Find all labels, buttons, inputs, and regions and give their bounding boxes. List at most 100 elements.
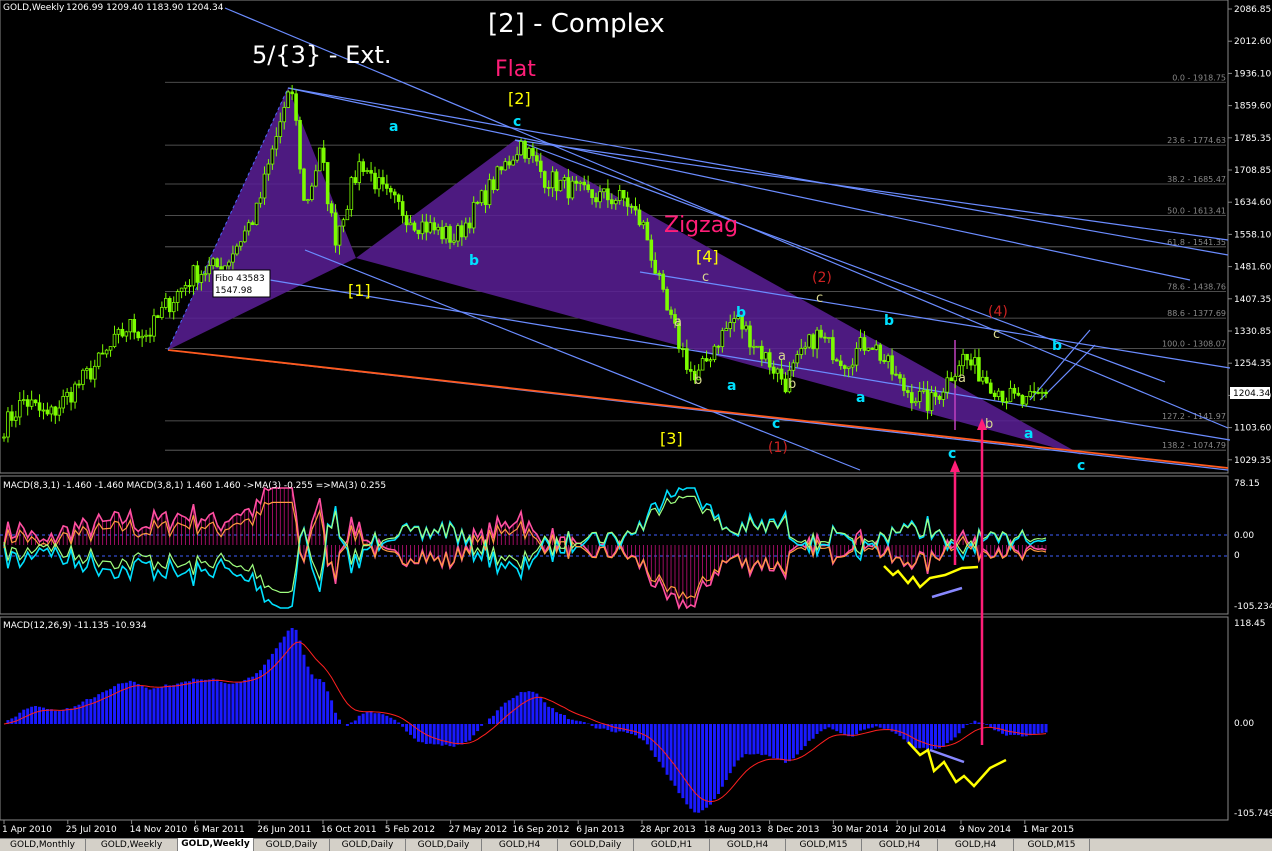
candle-body xyxy=(373,172,377,190)
candle-body xyxy=(531,148,535,157)
candle-body xyxy=(546,186,551,189)
candle-body xyxy=(112,333,117,347)
chart-tab[interactable]: GOLD,H4 xyxy=(938,839,1014,851)
candle-body xyxy=(10,411,14,421)
label-wave-r4: (4) xyxy=(988,304,1008,320)
candle-body xyxy=(321,147,326,163)
date-tick-label: 27 May 2012 xyxy=(449,825,508,835)
candle-body xyxy=(258,197,263,204)
candle-body xyxy=(1028,391,1033,397)
candle-body xyxy=(835,359,839,362)
candle-body xyxy=(349,177,354,210)
candle-body xyxy=(590,189,594,198)
candle-body xyxy=(164,298,168,308)
candle-body xyxy=(902,377,906,391)
chart-tab[interactable]: GOLD,H1 xyxy=(634,839,710,851)
date-tick-label: 18 Aug 2013 xyxy=(704,825,762,835)
candle-body xyxy=(1036,392,1040,394)
candle-body xyxy=(467,222,472,229)
candle-body xyxy=(227,261,231,267)
chart-tab[interactable]: GOLD,Daily xyxy=(406,839,482,851)
candle-body xyxy=(152,315,156,337)
macd2-header: MACD(12,26,9) -11.135 -10.934 xyxy=(3,621,147,631)
wave-label-cyan: a xyxy=(856,390,865,406)
candle-body xyxy=(562,177,567,181)
candle-body xyxy=(803,346,808,349)
candle-body xyxy=(302,168,306,201)
indicator-tick-label: 118.45 xyxy=(1234,619,1266,629)
candle-body xyxy=(199,274,204,283)
candle-body xyxy=(69,391,73,403)
candle-body xyxy=(444,226,448,240)
chart-tab[interactable]: GOLD,M15 xyxy=(1014,839,1090,851)
chart-tab[interactable]: GOLD,H4 xyxy=(862,839,938,851)
candle-body xyxy=(207,265,212,275)
indicator-tick-label: 0.00 xyxy=(1234,531,1254,541)
candle-body xyxy=(724,328,729,332)
price-tick-label: 1103.60 xyxy=(1234,424,1271,434)
chart-tab[interactable]: GOLD,Daily xyxy=(558,839,634,851)
candle-body xyxy=(771,366,776,374)
candle-body xyxy=(487,179,492,206)
macd1-panel[interactable] xyxy=(0,475,1229,615)
candle-body xyxy=(838,360,843,367)
candle-body xyxy=(925,389,930,411)
candle-body xyxy=(286,91,290,108)
chart-window: 0.0 - 1918.75 23.6 - 1774.63 38.2 - 1685.4… xyxy=(0,0,1272,851)
candle-body xyxy=(846,366,851,369)
candle-body xyxy=(191,265,196,287)
candle-body xyxy=(306,199,310,202)
wave-label-cyan: c xyxy=(772,416,780,432)
candle-body xyxy=(341,219,346,227)
candle-body xyxy=(1024,395,1029,405)
candle-body xyxy=(120,328,125,337)
label-wave-1: [1] xyxy=(348,281,371,300)
candle-body xyxy=(1040,391,1044,394)
candle-body xyxy=(246,222,251,232)
fib-level-label: 88.6 - 1377.69 xyxy=(1167,309,1226,318)
candle-body xyxy=(365,170,369,172)
candle-body xyxy=(653,259,658,274)
candle-body xyxy=(744,325,748,330)
chart-tab[interactable]: GOLD,H4 xyxy=(710,839,786,851)
candle-body xyxy=(282,107,287,123)
wave-label-cyan: c xyxy=(1077,458,1085,474)
chart-tab[interactable]: GOLD,Monthly xyxy=(0,839,86,851)
title-complex: [2] - Complex xyxy=(488,9,665,39)
candle-body xyxy=(460,225,464,238)
wave-label-cyan: b xyxy=(1052,338,1062,354)
wave-label-cyan: a xyxy=(389,119,398,135)
chart-tab[interactable]: GOLD,Daily xyxy=(254,839,330,851)
candle-body xyxy=(700,358,705,371)
candle-body xyxy=(878,344,883,361)
candle-body xyxy=(937,395,942,400)
candle-body xyxy=(231,253,235,263)
candle-body xyxy=(436,226,440,231)
chart-tab[interactable]: GOLD,H4 xyxy=(482,839,558,851)
candle-body xyxy=(1020,394,1025,405)
wave-label-small: b xyxy=(694,373,702,388)
label-flat: Flat xyxy=(495,57,536,82)
candle-body xyxy=(14,416,18,421)
candle-body xyxy=(507,161,512,166)
candle-body xyxy=(586,184,590,191)
candle-body xyxy=(41,409,46,412)
label-wave-4: [4] xyxy=(696,247,719,266)
candle-body xyxy=(574,180,579,184)
candle-body xyxy=(420,221,425,235)
candle-body xyxy=(25,399,30,407)
price-tick-label: 1708.85 xyxy=(1234,166,1271,176)
fib-level-label: 23.6 - 1774.63 xyxy=(1167,136,1226,145)
candle-body xyxy=(578,181,583,184)
chart-tab[interactable]: GOLD,Weekly xyxy=(178,838,254,851)
date-tick-label: 6 Mar 2011 xyxy=(193,825,244,835)
candle-body xyxy=(203,273,208,276)
chart-tab[interactable]: GOLD,Weekly xyxy=(86,839,178,851)
chart-tab[interactable]: GOLD,Daily xyxy=(330,839,406,851)
candle-body xyxy=(179,287,184,292)
candle-body xyxy=(641,221,646,226)
date-tick-label: 14 Nov 2010 xyxy=(130,825,188,835)
chart-canvas[interactable]: 0.0 - 1918.75 23.6 - 1774.63 38.2 - 1685.4… xyxy=(0,0,1272,838)
chart-tab[interactable]: GOLD,M15 xyxy=(786,839,862,851)
candle-body xyxy=(235,245,239,255)
